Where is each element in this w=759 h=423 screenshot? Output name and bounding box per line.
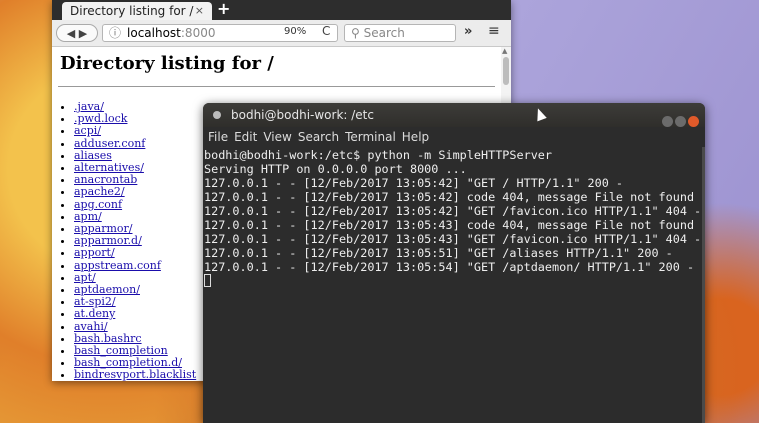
terminal-line: 127.0.0.1 - - [12/Feb/2017 13:05:42] "GE… [204, 176, 624, 190]
url-host: localhost [127, 26, 181, 40]
close-icon[interactable] [688, 116, 699, 127]
page-title: Directory listing for / [60, 53, 274, 74]
directory-link[interactable]: apport/ [74, 246, 115, 259]
terminal-titlebar[interactable]: bodhi@bodhi-work: /etc [203, 103, 705, 127]
search-placeholder: Search [363, 26, 405, 40]
terminal-output[interactable]: bodhi@bodhi-work:/etc$ python -m SimpleH… [203, 147, 705, 288]
search-input[interactable]: ⚲ Search [344, 24, 456, 42]
directory-link[interactable]: apt/ [74, 271, 96, 284]
terminal-menubar: File Edit View Search Terminal Help [203, 127, 705, 147]
directory-link[interactable]: apg.conf [74, 198, 122, 211]
directory-link[interactable]: avahi/ [74, 320, 108, 333]
terminal-window: bodhi@bodhi-work: /etc File Edit View Searc… [203, 103, 705, 423]
hamburger-menu-icon[interactable]: ≡ [488, 23, 500, 39]
directory-link[interactable]: bash_completion.d/ [74, 356, 182, 369]
directory-link[interactable]: bash.bashrc [74, 332, 142, 345]
info-icon[interactable]: ⓘ [109, 26, 121, 40]
overflow-menu-icon[interactable]: » [464, 24, 472, 39]
directory-link[interactable]: apparmor/ [74, 222, 132, 235]
directory-link[interactable]: bindresvport.blacklist [74, 368, 196, 381]
directory-link[interactable]: apparmor.d/ [74, 234, 142, 247]
menu-file[interactable]: File [208, 130, 228, 144]
url-port: :8000 [180, 26, 216, 40]
terminal-app-icon [213, 111, 221, 119]
directory-link[interactable]: anacrontab [74, 173, 137, 186]
directory-link[interactable]: apm/ [74, 210, 102, 223]
terminal-line: 127.0.0.1 - - [12/Feb/2017 13:05:43] "GE… [204, 232, 702, 246]
terminal-title: bodhi@bodhi-work: /etc [231, 108, 374, 122]
tab-directory-listing[interactable]: Directory listing for / × [62, 2, 212, 20]
scroll-up-icon[interactable]: ▲ [502, 47, 507, 55]
terminal-scrollbar[interactable] [702, 147, 705, 423]
terminal-line: 127.0.0.1 - - [12/Feb/2017 13:05:54] "GE… [204, 260, 695, 274]
terminal-cursor [204, 274, 211, 287]
reload-icon[interactable]: C [322, 24, 330, 38]
directory-link[interactable]: .pwd.lock [74, 112, 127, 125]
directory-link[interactable]: aptdaemon/ [74, 283, 140, 296]
zoom-level[interactable]: 90% [284, 26, 306, 37]
terminal-line: 127.0.0.1 - - [12/Feb/2017 13:05:51] "GE… [204, 246, 673, 260]
tab-bar: Directory listing for / × + [52, 0, 511, 20]
window-controls [660, 109, 699, 133]
new-tab-button[interactable]: + [217, 0, 230, 18]
directory-link[interactable]: apache2/ [74, 185, 125, 198]
directory-link[interactable]: at-spi2/ [74, 295, 116, 308]
directory-link[interactable]: appstream.conf [74, 259, 161, 272]
directory-link[interactable]: alternatives/ [74, 161, 144, 174]
terminal-line: 127.0.0.1 - - [12/Feb/2017 13:05:42] "GE… [204, 204, 702, 218]
tab-title: Directory listing for / [70, 4, 194, 18]
tab-close-icon[interactable]: × [195, 2, 204, 20]
scrollbar-thumb[interactable] [503, 57, 509, 85]
menu-terminal[interactable]: Terminal [345, 130, 396, 144]
terminal-line: 127.0.0.1 - - [12/Feb/2017 13:05:43] cod… [204, 218, 695, 232]
directory-link[interactable]: at.deny [74, 307, 115, 320]
menu-search[interactable]: Search [298, 130, 339, 144]
navigation-bar: ◀ ▶ ⓘ localhost:8000 90% C ⚲ Search » ≡ [52, 20, 511, 47]
directory-link[interactable]: .java/ [74, 100, 104, 113]
search-icon: ⚲ [351, 26, 364, 40]
terminal-line: 127.0.0.1 - - [12/Feb/2017 13:05:42] cod… [204, 190, 695, 204]
directory-link[interactable]: acpi/ [74, 124, 101, 137]
terminal-cursor-line [204, 274, 705, 288]
back-forward-buttons[interactable]: ◀ ▶ [56, 24, 98, 42]
menu-view[interactable]: View [263, 130, 291, 144]
menu-help[interactable]: Help [402, 130, 429, 144]
maximize-icon[interactable] [675, 116, 686, 127]
directory-link[interactable]: bash_completion [74, 344, 168, 357]
divider [58, 86, 495, 87]
terminal-line: bodhi@bodhi-work:/etc$ python -m SimpleH… [204, 148, 553, 162]
minimize-icon[interactable] [662, 116, 673, 127]
directory-link[interactable]: aliases [74, 149, 112, 162]
terminal-line: Serving HTTP on 0.0.0.0 port 8000 ... [204, 162, 467, 176]
directory-link[interactable]: adduser.conf [74, 137, 145, 150]
menu-edit[interactable]: Edit [234, 130, 257, 144]
